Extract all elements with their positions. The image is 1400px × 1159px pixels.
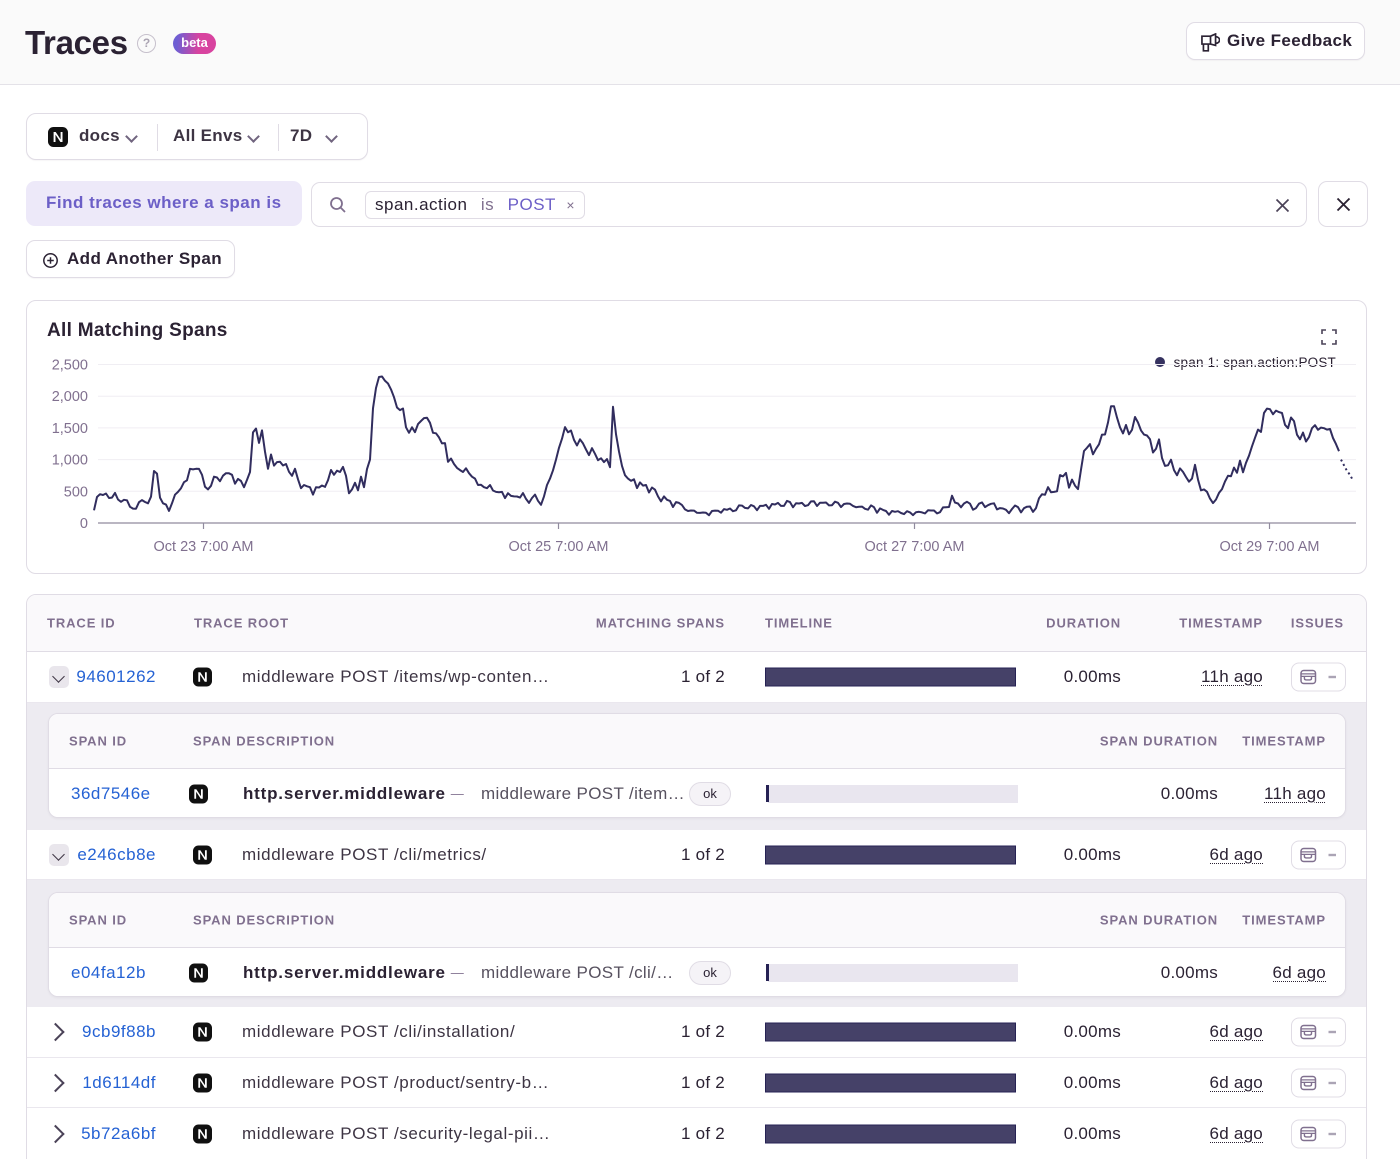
svg-text:2,000: 2,000 — [52, 389, 88, 405]
svg-text:2,500: 2,500 — [52, 358, 88, 374]
svg-text:1,500: 1,500 — [52, 421, 88, 437]
svg-text:Oct 25 7:00 AM: Oct 25 7:00 AM — [509, 539, 609, 555]
svg-text:Oct 23 7:00 AM: Oct 23 7:00 AM — [154, 539, 254, 555]
svg-text:Oct 29 7:00 AM: Oct 29 7:00 AM — [1220, 539, 1320, 555]
svg-text:500: 500 — [64, 484, 88, 500]
svg-text:Oct 27 7:00 AM: Oct 27 7:00 AM — [865, 539, 965, 555]
svg-text:1,000: 1,000 — [52, 453, 88, 469]
svg-text:0: 0 — [80, 516, 88, 532]
